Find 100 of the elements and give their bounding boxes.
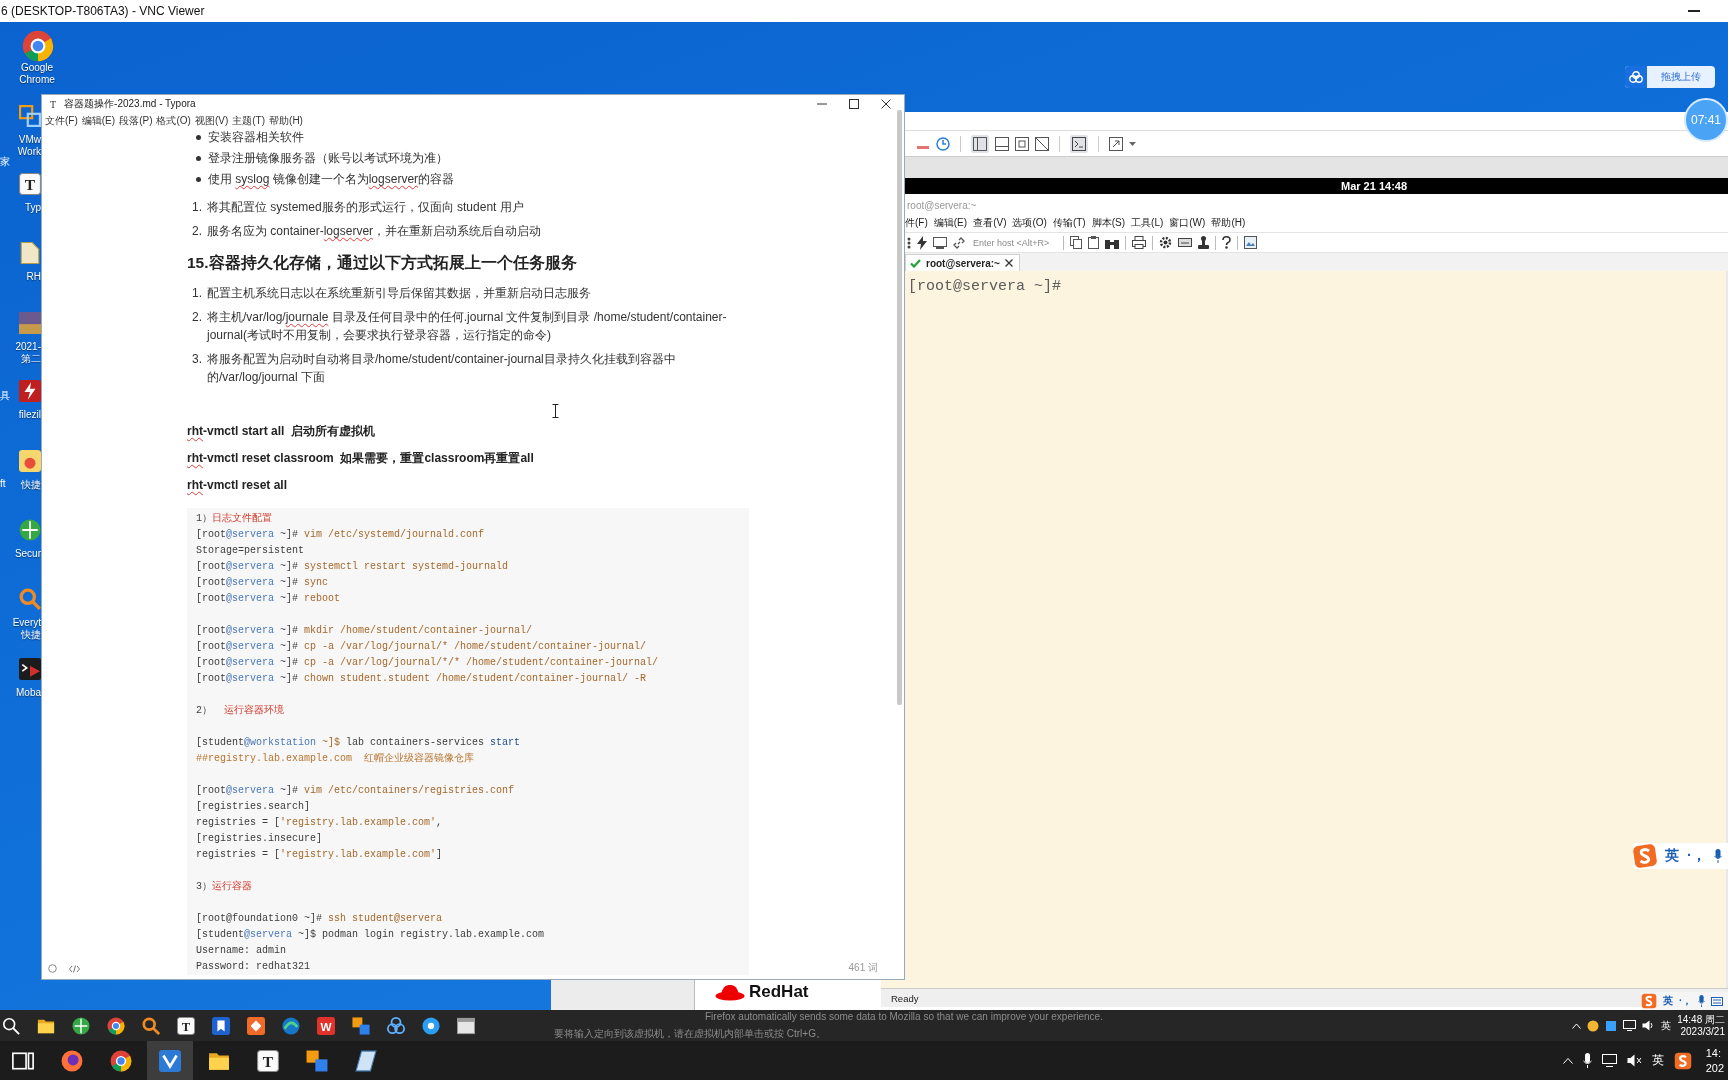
menu-item[interactable]: 查看(V)	[973, 216, 1007, 230]
menu-item[interactable]: 工具(L)	[1131, 216, 1164, 230]
taskbar-button[interactable]: T	[245, 1041, 291, 1080]
menu-item[interactable]: 脚本(S)	[1091, 216, 1126, 230]
maximize-icon[interactable]	[849, 99, 859, 109]
punctuation-mode-text[interactable]: ·，	[1687, 847, 1706, 865]
microphone-icon[interactable]	[1582, 1053, 1592, 1068]
squiggle-logo-icon[interactable]	[1673, 1051, 1692, 1070]
fit-window-icon[interactable]	[1015, 136, 1029, 151]
menu-item[interactable]: 窗口(W)	[1169, 216, 1206, 230]
fullscreen-icon[interactable]	[1109, 136, 1123, 151]
menu-item[interactable]: 帮助(H)	[268, 113, 304, 128]
squares-icon[interactable]	[19, 105, 41, 127]
letter-tile-icon[interactable]: T	[177, 1016, 195, 1035]
network-icon[interactable]	[1623, 1020, 1637, 1031]
microphone-icon[interactable]	[1713, 849, 1722, 863]
letter-tile-icon[interactable]: W	[317, 1016, 335, 1035]
bolt-icon[interactable]	[917, 235, 927, 250]
clock-icon[interactable]	[936, 136, 950, 151]
terminal-icon[interactable]	[19, 658, 41, 680]
caret-icon[interactable]	[1129, 141, 1136, 146]
menu-item[interactable]: 件(F)	[905, 216, 928, 230]
circle-icon[interactable]	[48, 964, 57, 973]
code-line: Storage=persistent	[196, 544, 306, 558]
network-icon[interactable]	[1601, 1054, 1617, 1067]
clock-text[interactable]: Mar 21 14:48	[1341, 180, 1408, 192]
hat-logo-icon	[715, 983, 745, 1001]
upload-button[interactable]: 拖拽上传	[1625, 66, 1715, 88]
clock-date[interactable]: 202	[1705, 1060, 1724, 1076]
sidebar-layout-icon[interactable]	[971, 134, 989, 153]
copy-icon[interactable]	[1070, 236, 1082, 249]
language-indicator[interactable]: 英	[1651, 1052, 1664, 1069]
code-line: [registries.insecure]	[196, 832, 324, 846]
terminal-tab[interactable]: root@servera:~	[905, 254, 1020, 271]
link-icon[interactable]	[953, 236, 965, 249]
bookmark-tile-icon[interactable]	[212, 1016, 230, 1035]
language-indicator[interactable]: 英	[1661, 1018, 1672, 1033]
help-icon[interactable]	[1222, 236, 1231, 249]
clock-time[interactable]: 14:48 周二	[1677, 1013, 1725, 1026]
console-icon[interactable]	[1070, 134, 1088, 153]
text-cursor-icon	[552, 404, 559, 418]
code-line: [student@servera ~]$ podman login registry.lab.example.com	[196, 928, 546, 942]
browser-icon[interactable]	[22, 30, 54, 62]
chevron-up-icon[interactable]	[1562, 1057, 1573, 1064]
muted-speaker-icon[interactable]	[1626, 1054, 1642, 1067]
input-mode-text[interactable]: 英	[1663, 994, 1673, 1008]
chevron-up-icon[interactable]	[1572, 1022, 1582, 1029]
close-icon[interactable]	[881, 99, 891, 109]
menu-item[interactable]: 格式(O)	[155, 113, 192, 128]
menu-item[interactable]: 主题(T)	[231, 113, 267, 128]
clock-date[interactable]: 2023/3/21	[1680, 1025, 1725, 1038]
browser-icon[interactable]	[107, 1016, 125, 1035]
code-icon[interactable]	[69, 964, 80, 973]
magnifier-icon[interactable]	[142, 1016, 160, 1035]
menu-item[interactable]: 选项(O)	[1012, 216, 1047, 230]
logo-text: RedHat	[749, 982, 809, 1002]
document-icon[interactable]	[19, 242, 41, 264]
close-icon[interactable]	[1004, 259, 1013, 267]
wave-circle-icon[interactable]	[282, 1016, 300, 1035]
search-icon[interactable]	[2, 1016, 20, 1035]
crossed-square-icon[interactable]	[1035, 136, 1049, 151]
rings-icon[interactable]	[387, 1016, 405, 1035]
section-heading: 15.容器持久化存储，通过以下方式拓展上一个任务服务	[187, 253, 578, 273]
app-tile-icon[interactable]	[247, 1016, 265, 1035]
menu-item[interactable]: 传输(T)	[1052, 216, 1086, 230]
menu-item[interactable]: 视图(V)	[193, 113, 230, 128]
keyboard-icon[interactable]	[1711, 996, 1724, 1006]
code-line: [root@servera ~]# chown student.student /home/student/container-journal/ -R	[196, 672, 648, 686]
menu-item[interactable]: 编辑(E)	[933, 216, 968, 230]
punctuation-mode-text[interactable]: ·，	[1679, 994, 1693, 1008]
code-line: [root@servera ~]# vim /etc/containers/registries.conf	[196, 784, 516, 798]
print-icon[interactable]	[1132, 236, 1146, 249]
cube-icon[interactable]	[352, 1016, 370, 1035]
menu-item[interactable]: 帮助(H)	[1211, 216, 1246, 230]
bottom-panel-icon[interactable]	[995, 136, 1009, 151]
input-field[interactable]: Enter host <Alt+R>	[971, 235, 1057, 250]
menu-item[interactable]: 编辑(E)	[80, 113, 117, 128]
plus-circle-icon[interactable]	[19, 519, 41, 541]
plus-circle-icon[interactable]	[72, 1016, 90, 1035]
menu-item[interactable]: 文件(F)	[44, 113, 79, 128]
disc-icon[interactable]	[422, 1016, 440, 1035]
input-mode-text[interactable]: 英	[1665, 847, 1679, 865]
window-icon[interactable]	[457, 1016, 475, 1035]
scrollbar-thumb[interactable]	[897, 110, 902, 705]
stamp-icon[interactable]	[1198, 236, 1209, 249]
clock-time[interactable]: 14:	[1705, 1045, 1721, 1061]
clipboard-icon[interactable]	[1088, 236, 1099, 249]
tray-app-icon[interactable]	[1587, 1019, 1600, 1032]
picture-icon[interactable]	[1244, 236, 1257, 249]
more-icon[interactable]	[907, 236, 911, 249]
speaker-icon[interactable]	[1642, 1020, 1656, 1031]
letter-tile-icon[interactable]: T	[19, 173, 41, 195]
menu-item[interactable]: 段落(P)	[118, 113, 154, 128]
taskbar-button[interactable]	[147, 1041, 193, 1080]
monitor-icon[interactable]	[933, 236, 947, 249]
keyboard-icon[interactable]	[1178, 238, 1192, 247]
settings-icon[interactable]	[1159, 236, 1172, 249]
tray-app-icon[interactable]	[1605, 1019, 1618, 1032]
bolt-tile-icon[interactable]	[19, 380, 41, 402]
dot-tile-icon[interactable]	[19, 450, 41, 472]
